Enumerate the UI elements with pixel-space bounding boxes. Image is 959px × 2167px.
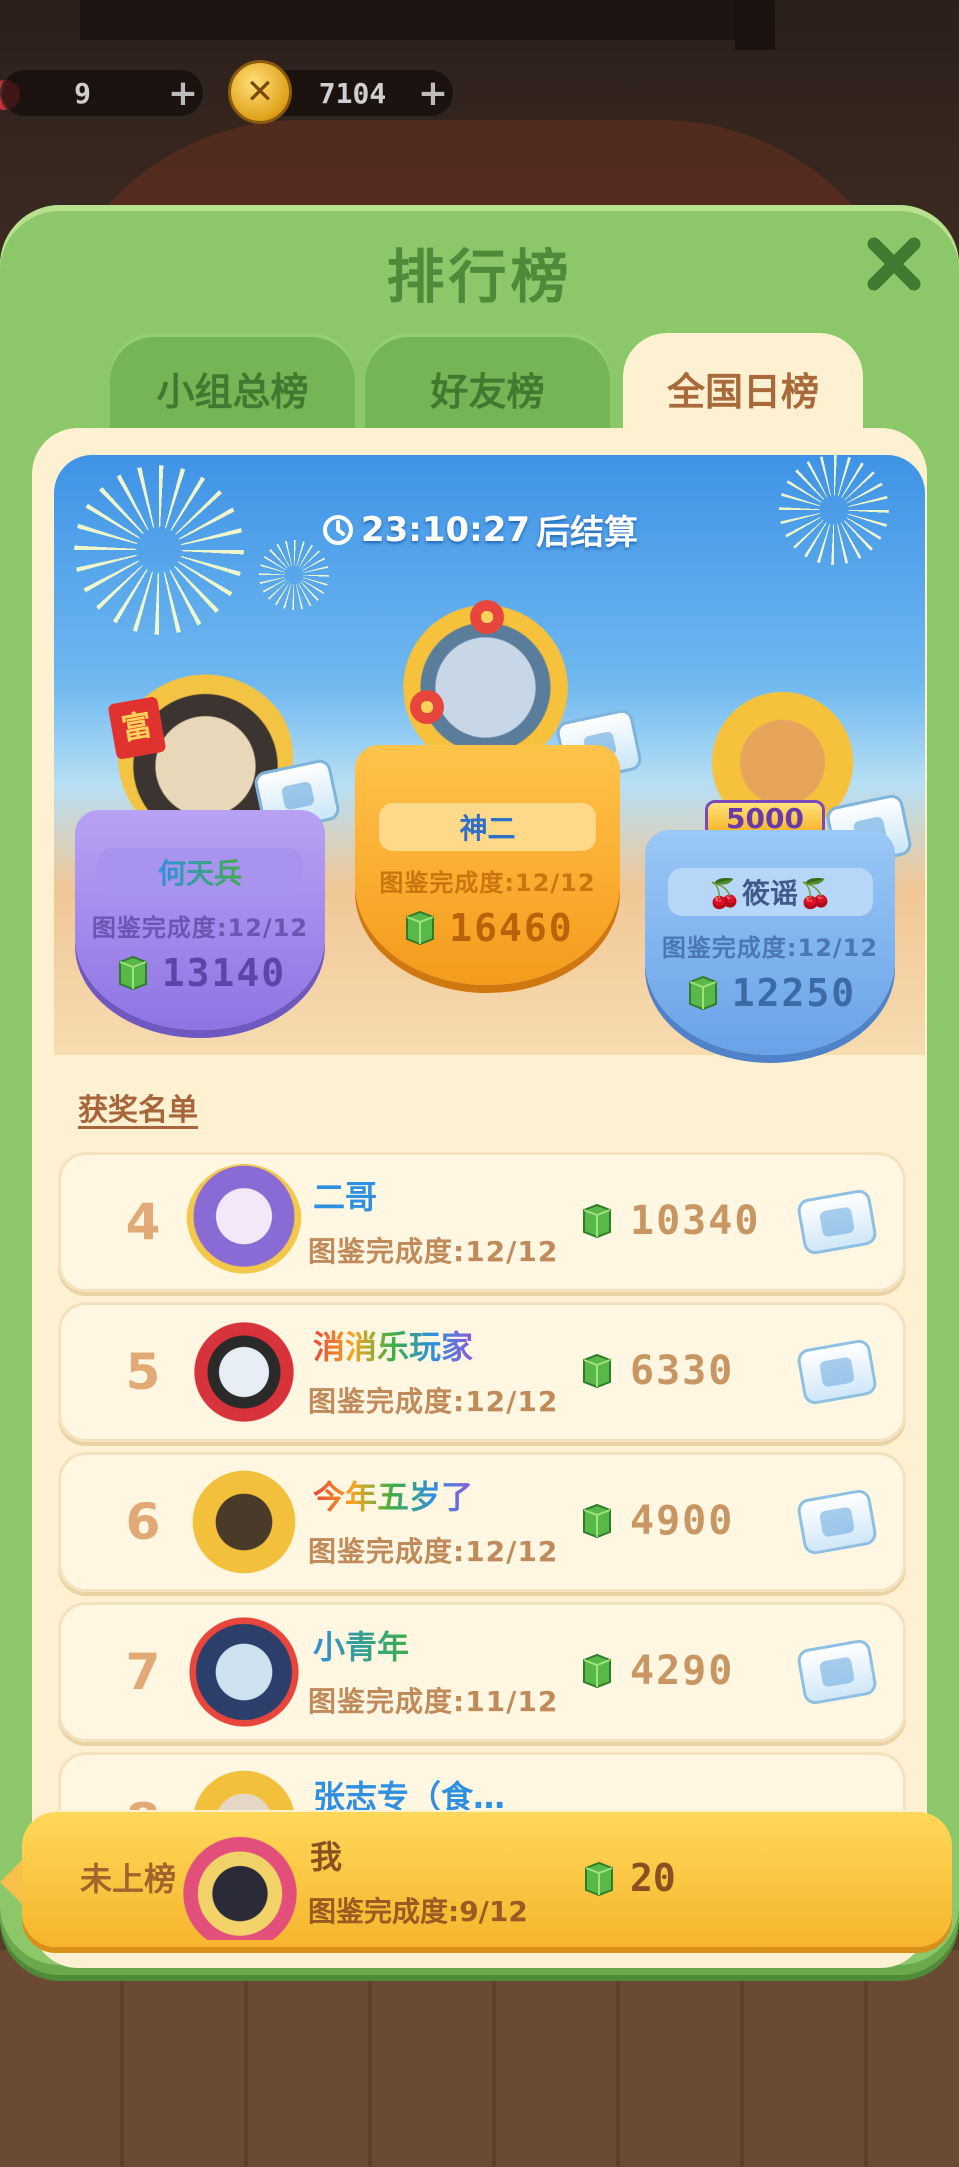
- add-resource-button[interactable]: +: [163, 73, 203, 114]
- row-completion: 图鉴完成度:11/12: [308, 1685, 559, 1718]
- list-item[interactable]: 6 今年五岁了 图鉴完成度:12/12 4900: [58, 1452, 906, 1592]
- row-score: 6330: [630, 1348, 735, 1394]
- green-gem-icon: [585, 1861, 613, 1897]
- row-rank: 8: [98, 1752, 188, 1810]
- award-list-title[interactable]: 获奖名单: [78, 1085, 198, 1129]
- row-name: 今年五岁了: [313, 1472, 473, 1518]
- row-rank: 4: [125, 1193, 161, 1251]
- my-rank-banner[interactable]: 未上榜 我 图鉴完成度:9/12 20: [0, 1812, 952, 1947]
- award-list[interactable]: 4 二哥 图鉴完成度:12/12 10340 5 消消乐玩家 图鉴完成度:12/…: [58, 1150, 908, 1810]
- timer-suffix: 后结算: [536, 513, 639, 553]
- avatar[interactable]: [186, 1164, 302, 1280]
- my-rank-status: 未上榜: [80, 1860, 177, 1898]
- flower-decoration: [410, 690, 444, 724]
- close-button[interactable]: [862, 232, 926, 296]
- row-rank: 5: [125, 1343, 161, 1401]
- row-completion: 图鉴完成度:12/12: [308, 1535, 559, 1568]
- resource-pill-balls[interactable]: 9 +: [0, 68, 205, 118]
- row-name: 张志专（食…: [313, 1778, 506, 1810]
- resource-value: 7104: [318, 76, 387, 110]
- green-gem-icon: [583, 1203, 611, 1239]
- row-completion: 图鉴完成度:12/12: [308, 1235, 559, 1268]
- avatar[interactable]: [186, 1764, 302, 1810]
- add-resource-button[interactable]: +: [413, 73, 453, 114]
- row-score: 4900: [630, 1498, 735, 1544]
- background-floor: [0, 1950, 959, 2167]
- row-name: 消消乐玩家: [313, 1322, 473, 1368]
- reward-box-icon[interactable]: [795, 1338, 879, 1406]
- my-score: 20: [630, 1856, 676, 1900]
- row-name: 小青年: [313, 1622, 409, 1668]
- row-rank: 7: [125, 1643, 161, 1701]
- tab-friends[interactable]: 好友榜: [365, 333, 610, 433]
- background-wall: [80, 0, 740, 40]
- player-score: 16460: [449, 906, 574, 950]
- flower-decoration: [470, 600, 504, 634]
- green-gem-icon: [583, 1503, 611, 1539]
- clock-icon: [322, 514, 353, 545]
- settlement-timer: 23:10:27 后结算: [0, 505, 959, 554]
- player-name: 🍒筱谣🍒: [667, 868, 873, 916]
- green-gem-icon: [583, 1653, 611, 1689]
- list-item[interactable]: 8 张志专（食…: [58, 1752, 906, 1810]
- reward-box-icon[interactable]: [795, 1638, 879, 1706]
- timer-time: 23:10:27: [360, 509, 531, 550]
- avatar[interactable]: [186, 1314, 302, 1430]
- resource-value: 9: [74, 76, 91, 110]
- tab-national-daily[interactable]: 全国日榜: [623, 333, 863, 433]
- row-name: 二哥: [313, 1178, 378, 1216]
- my-avatar[interactable]: [182, 1824, 298, 1940]
- player-completion: 图鉴完成度:12/12: [379, 869, 596, 897]
- list-item[interactable]: 5 消消乐玩家 图鉴完成度:12/12 6330: [58, 1302, 906, 1442]
- player-name: 神二: [378, 803, 597, 851]
- green-gem-icon: [688, 975, 717, 1011]
- avatar[interactable]: [186, 1464, 302, 1580]
- player-completion: 图鉴完成度:12/12: [91, 914, 309, 942]
- reward-box-icon[interactable]: [795, 1188, 879, 1256]
- coin-icon: ✕: [228, 60, 292, 124]
- player-score: 12250: [731, 971, 857, 1015]
- player-score: 13140: [161, 951, 287, 995]
- row-completion: 图鉴完成度:12/12: [308, 1385, 559, 1418]
- panel-title: 排行榜: [386, 243, 573, 311]
- player-completion: 图鉴完成度:12/12: [661, 934, 879, 962]
- my-name: 我: [310, 1838, 343, 1876]
- row-score: 4290: [630, 1648, 735, 1694]
- reward-box-icon[interactable]: [795, 1488, 879, 1556]
- row-rank: 6: [125, 1493, 161, 1551]
- avatar[interactable]: [186, 1614, 302, 1730]
- list-item[interactable]: 7 小青年 图鉴完成度:11/12 4290: [58, 1602, 906, 1742]
- close-icon: [867, 237, 921, 291]
- player-name: 何天兵: [97, 848, 303, 896]
- row-score: 10340: [630, 1198, 761, 1244]
- list-item[interactable]: 4 二哥 图鉴完成度:12/12 10340: [58, 1152, 906, 1292]
- background-door: [735, 0, 775, 50]
- podium-third[interactable]: 🍒筱谣🍒 图鉴完成度:12/12 12250: [645, 830, 895, 1055]
- podium-second[interactable]: 何天兵 图鉴完成度:12/12 13140: [75, 810, 325, 1030]
- podium-first[interactable]: 神二 图鉴完成度:12/12 16460: [355, 745, 620, 985]
- tab-group-total[interactable]: 小组总榜: [110, 333, 355, 433]
- green-gem-icon: [118, 955, 147, 991]
- my-completion: 图鉴完成度:9/12: [308, 1895, 528, 1928]
- fu-badge: 富: [107, 696, 167, 760]
- green-gem-icon: [406, 910, 435, 946]
- green-gem-icon: [583, 1353, 611, 1389]
